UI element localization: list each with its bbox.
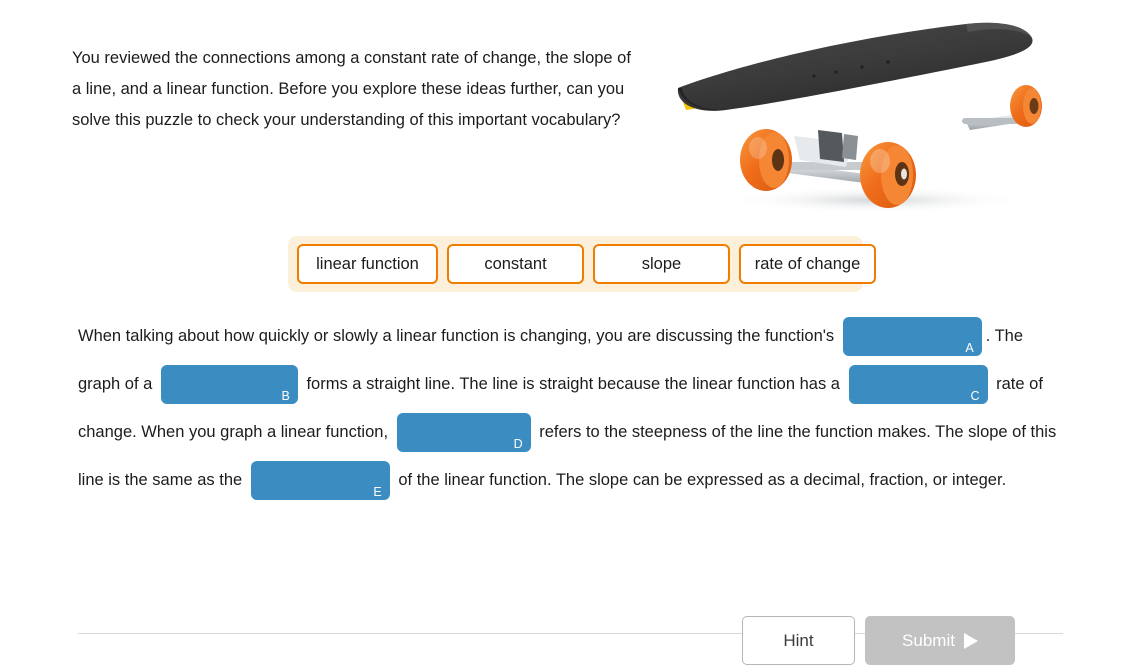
blank-d-letter: D	[513, 437, 523, 452]
submit-button[interactable]: Submit	[865, 616, 1015, 665]
blank-c[interactable]: C	[848, 365, 988, 405]
submit-button-label: Submit	[902, 630, 955, 650]
blank-e-letter: E	[373, 485, 382, 500]
cloze-text-6: of the linear function. The slope can be…	[393, 471, 1007, 489]
arrow-right-icon	[963, 632, 978, 649]
word-tile-slope[interactable]: slope	[593, 244, 730, 284]
intro-paragraph: You reviewed the connections among a con…	[72, 49, 631, 129]
blank-b-letter: B	[281, 389, 290, 404]
word-bank: linear function constant slope rate of c…	[288, 236, 876, 292]
blank-e[interactable]: E	[250, 461, 390, 501]
hint-button[interactable]: Hint	[742, 616, 855, 665]
blank-d[interactable]: D	[396, 413, 531, 453]
blank-b[interactable]: B	[160, 365, 298, 405]
blank-c-letter: C	[970, 389, 980, 404]
word-tile-rate-of-change[interactable]: rate of change	[739, 244, 876, 284]
word-tile-linear-function[interactable]: linear function	[297, 244, 438, 284]
blank-a[interactable]: A	[842, 317, 982, 357]
word-tile-constant[interactable]: constant	[447, 244, 584, 284]
blank-a-letter: A	[965, 341, 974, 356]
skateboard-image	[666, 10, 1066, 215]
cloze-text-1: When talking about how quickly or slowly…	[78, 327, 839, 345]
cloze-paragraph: When talking about how quickly or slowly…	[78, 312, 1063, 504]
cloze-text-3: forms a straight line. The line is strai…	[301, 375, 845, 393]
footer-actions: Hint Submit	[742, 616, 1015, 665]
